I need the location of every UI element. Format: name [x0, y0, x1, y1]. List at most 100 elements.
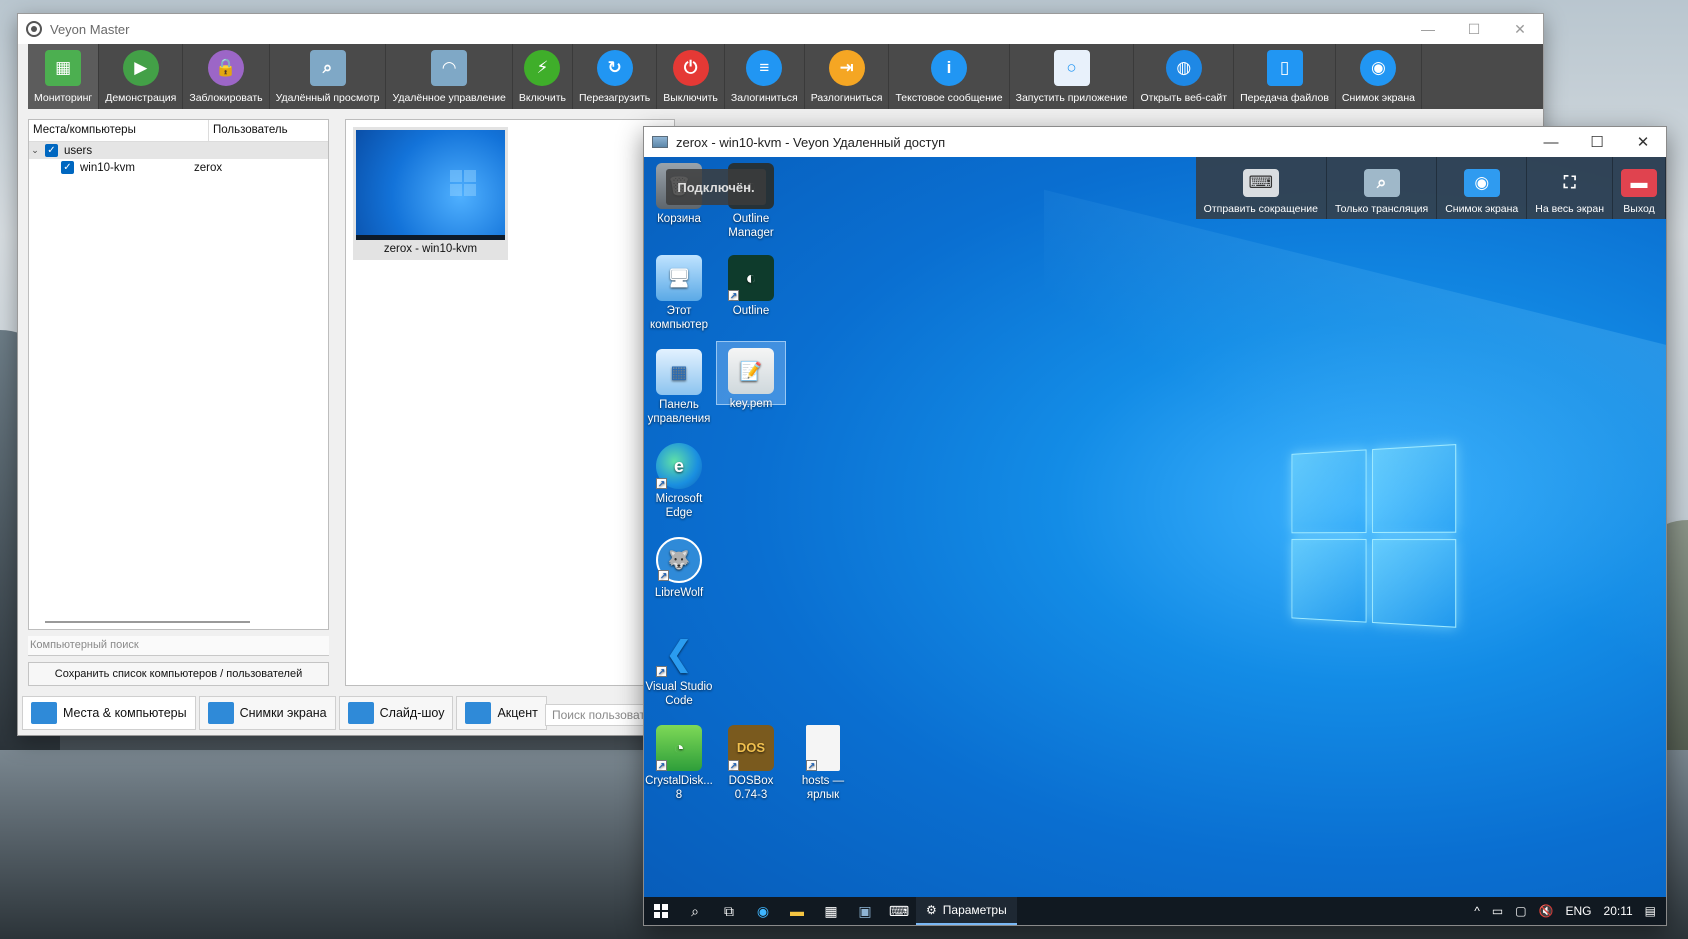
slideshow-icon	[347, 702, 374, 724]
master-titlebar[interactable]: Veyon Master — ☐ ✕	[18, 14, 1543, 44]
tree-item-computer[interactable]: ✓ win10-kvm zerox	[29, 159, 328, 176]
tab-label: Слайд-шоу	[379, 706, 445, 720]
desktop-icon-key-pem[interactable]: 📝 key.pem	[716, 341, 786, 410]
remote-toolbar: ⌨ Отправить сокращение ⌕ Только трансляция ◉…	[1195, 157, 1666, 219]
monitoring-icon: ▦	[45, 50, 82, 86]
this-pc-icon: 🖥	[656, 255, 702, 301]
desktop-icon-control-panel[interactable]: ▦ Панель управления	[644, 349, 714, 426]
file-explorer-icon[interactable]: ▬	[780, 897, 814, 925]
connection-status: Подключён.	[666, 169, 766, 205]
checkbox-users[interactable]: ✓	[45, 144, 58, 157]
desktop-icon-this-pc[interactable]: 🖥 Этот компьютер	[644, 255, 714, 332]
outline-icon: ◐ ↗	[728, 255, 774, 301]
start-button[interactable]	[644, 897, 678, 925]
notifications-icon[interactable]: ▤	[1645, 904, 1656, 918]
desktop-icon-outline[interactable]: ◐ ↗ Outline	[716, 255, 786, 318]
toolbar-button-message[interactable]: i Текстовое сообщение	[889, 44, 1010, 109]
remote-toolbar-button-exit[interactable]: ▬ Выход	[1613, 157, 1666, 219]
close-button[interactable]: ✕	[1497, 14, 1543, 44]
remote-titlebar[interactable]: zerox - win10-kvm - Veyon Удаленный дост…	[644, 127, 1666, 157]
app-taskbar-icon[interactable]: ▣	[848, 897, 882, 925]
toolbar-button-label: Текстовое сообщение	[895, 92, 1003, 104]
desktop-icon-librewolf[interactable]: 🐺 ↗ LibreWolf	[644, 537, 714, 600]
column-header-user[interactable]: Пользователь	[209, 120, 292, 141]
toolbar-button-screenshot[interactable]: ◉ Снимок экрана	[1336, 44, 1422, 109]
save-list-button[interactable]: Сохранить список компьютеров / пользоват…	[28, 662, 329, 686]
computer-thumbnail	[356, 130, 505, 240]
speaker-muted-icon[interactable]: 🔇	[1539, 904, 1554, 918]
store-icon[interactable]: ▦	[814, 897, 848, 925]
column-header-locations[interactable]: Места/компьютеры	[29, 120, 209, 141]
login-icon: ≡	[746, 50, 783, 86]
reboot-icon: ↻	[596, 50, 633, 86]
toolbar-button-label: Заблокировать	[189, 92, 263, 104]
clock[interactable]: 20:11	[1604, 904, 1633, 918]
librewolf-icon: 🐺 ↗	[656, 537, 702, 583]
tree-group-users[interactable]: ⌄ ✓ users	[29, 142, 328, 159]
file-icon: ↗	[806, 725, 840, 771]
toolbar-button-label: Перезагрузить	[578, 92, 651, 104]
desktop-icon-dosbox[interactable]: DOS ↗ DOSBox 0.74-3	[716, 725, 786, 802]
edge-taskbar-icon[interactable]: ◉	[746, 897, 780, 925]
taskbar-active-app[interactable]: ⚙ Параметры	[916, 897, 1017, 925]
toolbar-button-label: Демонстрация	[105, 92, 177, 104]
toolbar-button-globe[interactable]: ◍ Открыть веб-сайт	[1134, 44, 1235, 109]
toolbar-button-reboot[interactable]: ↻ Перезагрузить	[573, 44, 658, 109]
toolbar-button-file-transfer[interactable]: ▯ Передача файлов	[1234, 44, 1336, 109]
toolbar-button-label: Передача файлов	[1240, 92, 1329, 104]
toolbar-button-remote-control[interactable]: ◠ Удалённое управление	[386, 44, 513, 109]
toolbar-button-label: Открыть веб-сайт	[1140, 92, 1228, 104]
toolbar-button-run-app[interactable]: ○ Запустить приложение	[1010, 44, 1135, 109]
bottom-panel-tabs: Места & компьютеры Снимки экрана Слайд-шоу…	[22, 696, 547, 730]
remote-toolbar-button-keyboard[interactable]: ⌨ Отправить сокращение	[1196, 157, 1327, 219]
language-indicator[interactable]: ENG	[1566, 904, 1592, 918]
master-title: Veyon Master	[50, 21, 130, 37]
desktop-icon-crystaldisk[interactable]: ◔ ↗ CrystalDisk... 8	[644, 725, 714, 802]
horizontal-scrollbar[interactable]	[45, 621, 250, 623]
toolbar-button-lock[interactable]: 🔒 Заблокировать	[183, 44, 270, 109]
tab-screenshots[interactable]: Снимки экрана	[198, 696, 336, 730]
toolbar-button-remote-view[interactable]: ⌕ Удалённый просмотр	[270, 44, 387, 109]
checkbox-computer[interactable]: ✓	[61, 161, 74, 174]
remote-toolbar-button-view-only[interactable]: ⌕ Только трансляция	[1327, 157, 1438, 219]
chevron-down-icon[interactable]: ⌄	[29, 145, 41, 156]
minimize-button[interactable]: —	[1528, 127, 1574, 157]
remote-toolbar-button-fullscreen[interactable]: ⛶ На весь экран	[1527, 157, 1613, 219]
exit-icon: ▬	[1621, 169, 1657, 197]
toolbar-button-label: Запустить приложение	[1015, 92, 1128, 104]
toolbar-button-login[interactable]: ≡ Залогиниться	[725, 44, 805, 109]
dosbox-icon: DOS ↗	[728, 725, 774, 771]
computer-search-input[interactable]: Компьютерный поиск	[28, 636, 329, 656]
toolbar-button-power-off[interactable]: ⏻ Выключить	[657, 44, 725, 109]
monitor-tray-icon[interactable]: ▢	[1515, 904, 1526, 918]
run-app-icon: ○	[1053, 50, 1090, 86]
view-only-icon: ⌕	[1363, 169, 1400, 197]
desktop-icon-edge[interactable]: e ↗ Microsoft Edge	[644, 443, 714, 520]
task-view-icon[interactable]: ⧉	[712, 897, 746, 925]
tab-spotlight[interactable]: Акцент	[456, 696, 547, 730]
chevron-up-icon[interactable]: ^	[1474, 904, 1480, 918]
toolbar-button-monitoring[interactable]: ▦ Мониторинг	[28, 44, 100, 109]
computer-tree: Места/компьютеры Пользователь ⌄ ✓ users …	[28, 119, 329, 630]
toolbar-button-logout[interactable]: ⇥ Разлогиниться	[805, 44, 890, 109]
toolbar-button-presentation[interactable]: ▶ Демонстрация	[99, 44, 184, 109]
desktop-icon-hosts-shortcut[interactable]: ↗ hosts — ярлык	[788, 725, 858, 802]
maximize-button[interactable]: ☐	[1574, 127, 1620, 157]
control-panel-icon: ▦	[656, 349, 702, 395]
gear-icon: ⚙	[926, 903, 937, 917]
remote-toolbar-button-screenshot[interactable]: ◉ Снимок экрана	[1437, 157, 1528, 219]
search-icon[interactable]: ⌕	[678, 897, 712, 925]
remote-desktop[interactable]: 🗑 Корзина ◐ Outline Manager 🖥 Этот компь…	[644, 157, 1666, 925]
master-toolbar: ▦ Мониторинг ▶ Демонстрация 🔒 Заблокировать ⌕ У…	[28, 44, 1543, 109]
tab-computers[interactable]: Места & компьютеры	[22, 696, 196, 730]
computer-tile[interactable]: zerox - win10-kvm	[353, 127, 508, 260]
desktop-icon-vscode[interactable]: ❮ ↗ Visual Studio Code	[644, 631, 714, 708]
terminal-icon[interactable]: ⌨	[882, 897, 916, 925]
toolbar-button-power-on[interactable]: ⚡ Включить	[513, 44, 573, 109]
minimize-button[interactable]: —	[1405, 14, 1451, 44]
maximize-button[interactable]: ☐	[1451, 14, 1497, 44]
remote-toolbar-label: На весь экран	[1535, 203, 1604, 215]
network-icon[interactable]: ▭	[1492, 904, 1503, 918]
close-button[interactable]: ✕	[1620, 127, 1666, 157]
tab-slideshow[interactable]: Слайд-шоу	[338, 696, 454, 730]
